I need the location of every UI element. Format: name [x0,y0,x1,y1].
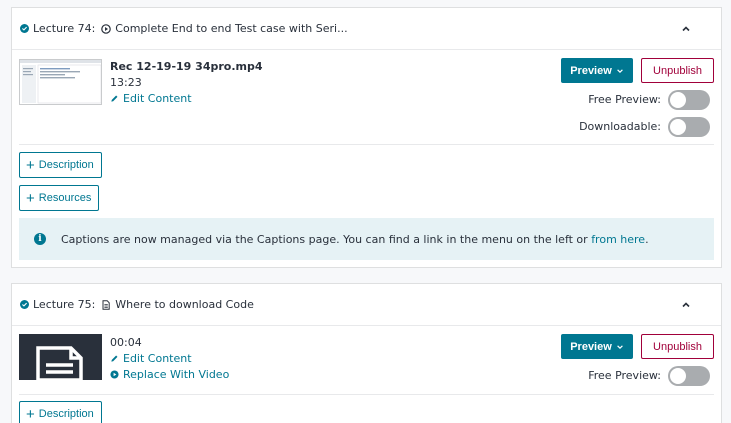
document-icon [36,346,83,382]
pencil-icon [111,95,118,102]
captions-info-alert: i Captions are now managed via the Capti… [19,218,714,260]
preview-label: Preview [570,64,612,77]
check-circle-icon [20,24,29,33]
lecture-title: Complete End to end Test case with Seri.… [115,22,348,35]
lecture-75-content: 00:04 Edit Content Replace With Video Pr… [12,326,721,423]
edit-content-link[interactable]: Edit Content [110,92,192,105]
resources-label: Resources [38,192,92,204]
captions-info-text: Captions are now managed via the Caption… [61,232,649,246]
free-preview-toggle[interactable] [668,90,710,110]
chevron-down-icon [616,344,623,349]
captions-from-here-link[interactable]: from here [591,233,645,246]
free-preview-label: Free Preview: [588,93,661,106]
edit-content-link[interactable]: Edit Content [110,352,192,365]
preview-button[interactable]: Preview [561,334,633,359]
unpublish-button[interactable]: Unpublish [641,334,714,359]
free-preview-toggle[interactable] [668,366,710,386]
lecture-74-header[interactable]: Lecture 74: Complete End to end Test cas… [12,8,721,50]
chevron-up-icon[interactable] [679,22,693,36]
lecture-75-header[interactable]: Lecture 75: Where to download Code [12,284,721,326]
video-thumbnail[interactable] [19,59,102,105]
divider [19,394,714,395]
description-label: Description [38,159,94,171]
plus-icon: + [26,189,35,207]
preview-button[interactable]: Preview [561,58,633,83]
document-thumbnail[interactable] [19,334,102,382]
edit-content-label: Edit Content [123,352,192,365]
description-label: Description [38,408,94,420]
replace-with-video-link[interactable]: Replace With Video [110,368,229,381]
play-circle-icon [101,23,112,34]
document-icon [101,299,111,310]
downloadable-label: Downloadable: [579,120,661,133]
chevron-down-icon [616,68,623,73]
divider [19,144,714,145]
add-description-button[interactable]: + Description [19,152,102,178]
lecture-74-content: Rec 12-19-19 34pro.mp4 13:23 Edit Conten… [12,50,721,268]
lecture-75-panel: Lecture 75: Where to download Code 00:04… [11,283,722,423]
plus-icon: + [26,405,35,423]
add-resources-button[interactable]: + Resources [19,185,100,211]
lecture-title: Where to download Code [115,298,254,311]
chevron-up-icon[interactable] [679,298,693,312]
lecture-number: Lecture 74: [33,22,96,35]
duration: 13:23 [110,76,142,89]
lecture-number: Lecture 75: [33,298,96,311]
file-name: Rec 12-19-19 34pro.mp4 [110,60,263,73]
preview-label: Preview [570,340,612,353]
plus-icon: + [26,156,35,174]
info-icon: i [34,233,46,245]
free-preview-label: Free Preview: [588,369,661,382]
add-description-button[interactable]: + Description [19,401,102,423]
duration: 00:04 [110,336,142,349]
play-circle-icon [110,370,119,379]
check-circle-icon [20,300,29,309]
edit-content-label: Edit Content [123,92,192,105]
lecture-74-panel: Lecture 74: Complete End to end Test cas… [11,7,722,268]
unpublish-button[interactable]: Unpublish [641,58,714,83]
pencil-icon [111,355,118,362]
downloadable-toggle[interactable] [668,117,710,137]
replace-with-video-label: Replace With Video [123,368,230,381]
